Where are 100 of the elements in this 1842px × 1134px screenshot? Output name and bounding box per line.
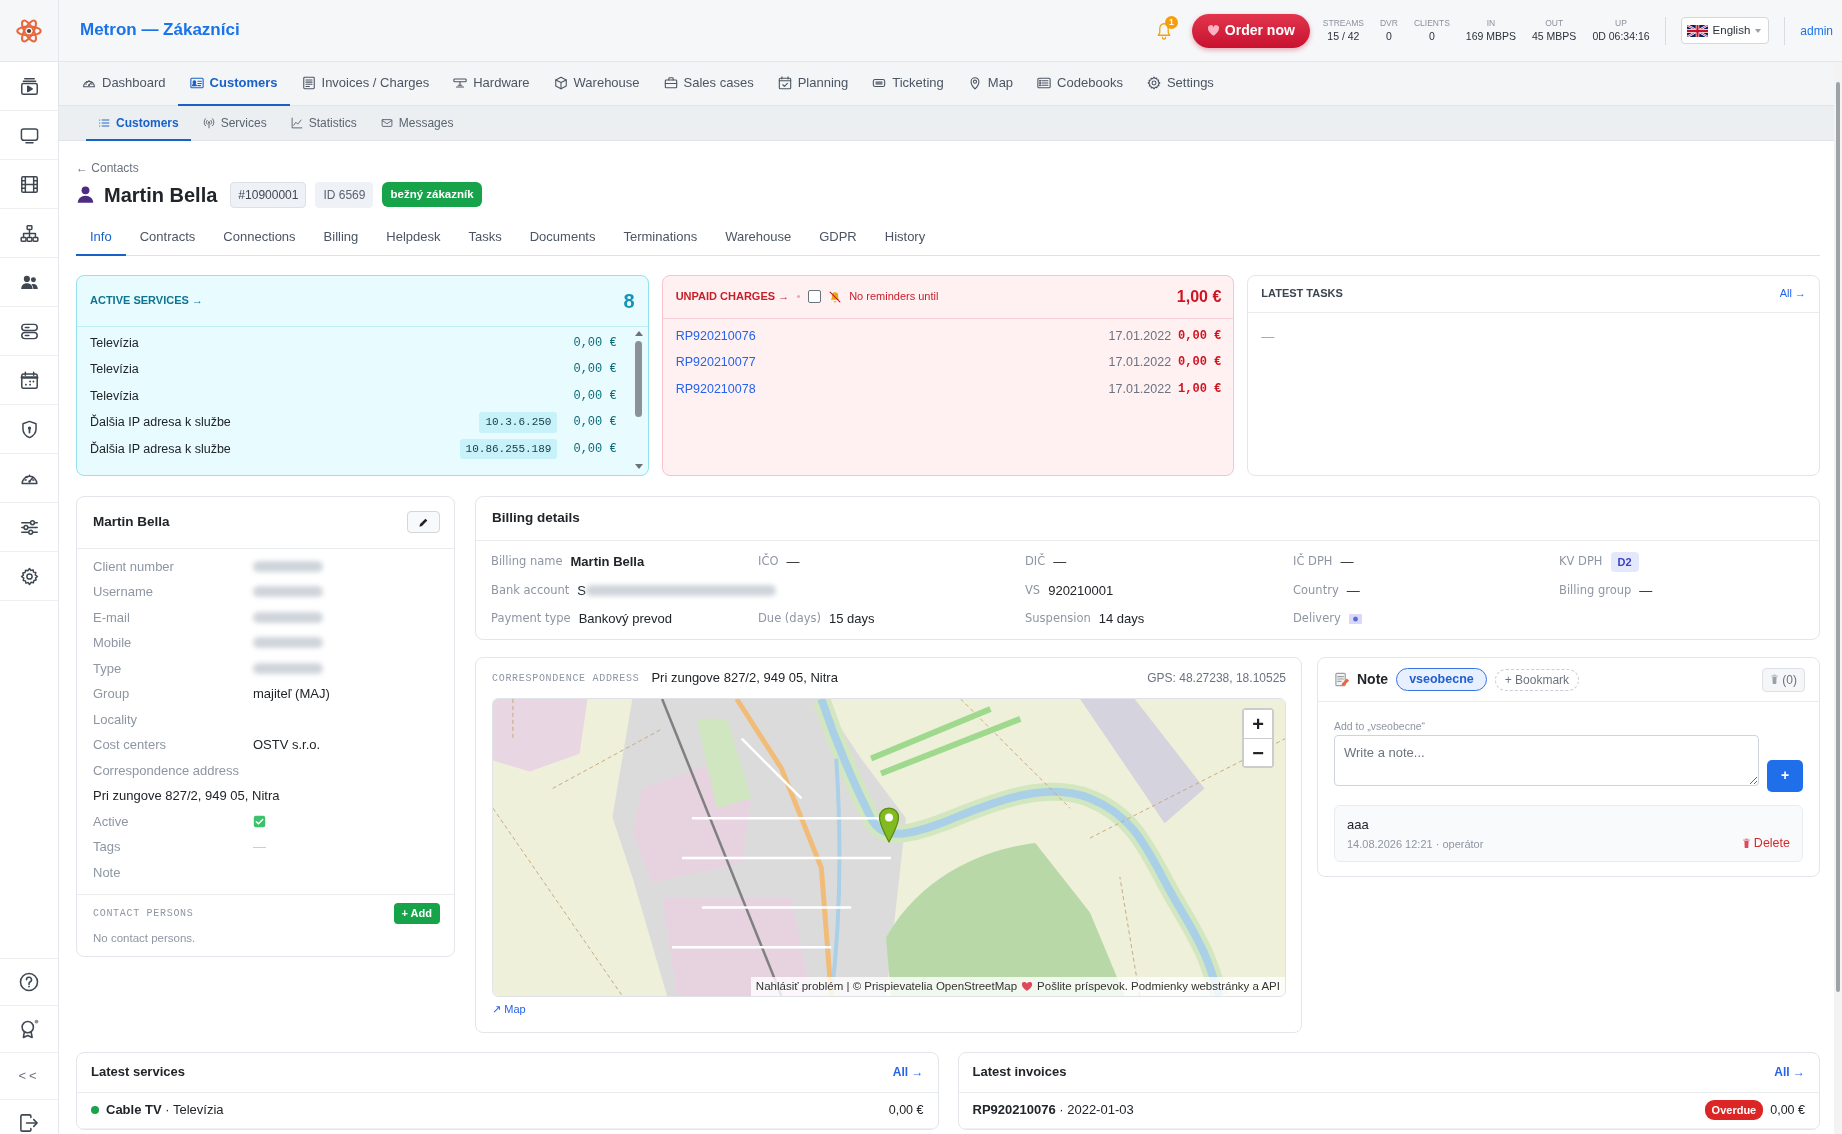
nav-tab[interactable]: Planning [765, 62, 861, 106]
tab[interactable]: Terminations [609, 218, 712, 256]
stat-value: 0 [1385, 29, 1393, 44]
row-text: Cable TV · Televízia [106, 1101, 224, 1120]
status-badge: Overdue [1704, 1099, 1764, 1121]
customer-name: Martin Bella [104, 182, 218, 207]
attribution-text[interactable]: Pošlite príspevok. Podmienky webstránky a API [1037, 977, 1280, 996]
invoice-link[interactable]: RP920210077 [675, 353, 756, 372]
nav-tab[interactable]: Warehouse [541, 62, 652, 106]
all-link[interactable]: All → [1779, 285, 1806, 302]
field-value: Bankový prevod [578, 610, 672, 629]
sliders-icon [19, 517, 39, 537]
card-title-link[interactable]: UNPAID CHARGES → [675, 288, 790, 305]
subnav-tab[interactable]: Services [190, 106, 279, 141]
add-note-button[interactable]: + [1767, 759, 1803, 792]
all-link[interactable]: All → [892, 1063, 924, 1082]
tab[interactable]: Connections [209, 218, 310, 256]
service-name: Televízia [90, 387, 140, 405]
language-select[interactable]: English [1680, 17, 1770, 44]
help-icon [19, 972, 39, 992]
all-link[interactable]: All → [1774, 1063, 1805, 1082]
blurred-value [253, 586, 323, 598]
map-link[interactable]: ↗ Map [492, 1001, 526, 1018]
id-card-icon [189, 76, 204, 90]
field-label: Payment type [491, 610, 571, 628]
tab[interactable]: Info [76, 218, 126, 256]
ticket-icon [872, 76, 887, 90]
tab[interactable]: Billing [309, 218, 373, 256]
note-input[interactable]: Write a note... [1334, 734, 1759, 786]
nav-tab[interactable]: Settings [1134, 62, 1226, 106]
tab[interactable]: GDPR [805, 218, 871, 256]
trash-button[interactable]: (0) [1762, 667, 1805, 692]
nav-tab[interactable]: Sales cases [651, 62, 766, 106]
award-icon [19, 1019, 39, 1039]
scrollbar[interactable] [633, 330, 644, 469]
invoice-link[interactable]: RP920210076 [675, 326, 756, 346]
nav-tab[interactable]: Dashboard [70, 62, 178, 106]
envelope-icon [380, 116, 393, 129]
tab[interactable]: History [870, 218, 940, 256]
empty-text: — [1261, 328, 1275, 344]
checkbox[interactable] [808, 290, 822, 304]
settings-icon [1146, 76, 1161, 90]
stat-label: IN [1485, 17, 1497, 30]
empty-text: No contact persons. [93, 930, 196, 946]
stat-label: OUT [1544, 17, 1565, 30]
field-label: Username [93, 583, 153, 602]
field-label: Type [93, 659, 122, 678]
nav-tab[interactable]: Map [955, 62, 1026, 106]
zoom-out-button[interactable]: − [1244, 738, 1272, 767]
field-label: E-mail [93, 608, 130, 627]
add-bookmark-button[interactable]: + Bookmark [1494, 668, 1580, 691]
app-title: Metron — Zákazníci [80, 20, 240, 41]
logout-button[interactable] [0, 1099, 58, 1134]
briefcase-icon [663, 76, 678, 90]
field-value: 14 days [1098, 610, 1145, 629]
nav-tab[interactable]: Invoices / Charges [289, 62, 442, 106]
checked-checkbox-icon[interactable] [253, 814, 266, 828]
tab[interactable]: Contracts [125, 218, 210, 256]
service-count: 8 [623, 288, 635, 314]
stat-value: 0 [1427, 29, 1436, 44]
nav-tab[interactable]: Hardware [441, 62, 542, 106]
nav-tab[interactable]: Codebooks [1025, 62, 1135, 106]
invoice-link[interactable]: RP920210078 [675, 379, 756, 399]
field-value: OSTV s.r.o. [253, 736, 321, 755]
stat-value: 45 MBPS [1532, 29, 1577, 44]
tab[interactable]: Helpdesk [372, 218, 455, 256]
row-amount: 0,00 € [888, 1101, 924, 1119]
field-value: majiteľ (MAJ) [253, 685, 330, 704]
subnav-tab[interactable]: Customers [86, 106, 191, 141]
delete-link[interactable]: Delete [1741, 834, 1790, 854]
bookmark-tab[interactable]: vseobecne [1396, 668, 1487, 692]
memo-icon [1334, 672, 1349, 688]
tab[interactable]: Tasks [454, 218, 516, 256]
field-label: VS [1025, 581, 1041, 599]
delivery-label: Delivery [1293, 610, 1341, 628]
scrollbar[interactable] [1834, 62, 1842, 1134]
trash-icon [1741, 838, 1751, 850]
unpaid-total: 1,00 € [1176, 286, 1222, 307]
heart-icon [1206, 24, 1220, 37]
blurred-value [253, 611, 323, 623]
tab[interactable]: Warehouse [711, 218, 806, 256]
attribution-text[interactable]: Nahlásiť problém | © Prispievatelia OpenStreetMap [755, 977, 1018, 996]
card-title-link[interactable]: ACTIVE SERVICES → [90, 292, 203, 309]
card-title: Latest invoices [972, 1063, 1067, 1082]
subnav-tab[interactable]: Statistics [278, 106, 369, 141]
nav-tab[interactable]: Ticketing [860, 62, 956, 106]
subnav-tab[interactable]: Messages [368, 106, 466, 141]
field-label: Bank account [491, 581, 570, 599]
field-value: Pri zungove 827/2, 949 05, Nitra [93, 787, 280, 806]
service-name: Ďalšia IP adresa k službe [90, 440, 232, 458]
caret-icon [1755, 28, 1762, 33]
card-title: Martin Bella [93, 513, 170, 532]
field-label: Active [93, 812, 129, 831]
edit-button[interactable] [407, 511, 440, 534]
field-value: — [1053, 553, 1067, 572]
tab[interactable]: Documents [515, 218, 610, 256]
order-button[interactable]: Order now [1191, 13, 1310, 48]
field-value: — [253, 838, 266, 857]
user-link[interactable]: admin [1800, 21, 1833, 40]
back-link[interactable]: ← Contacts [76, 160, 139, 176]
